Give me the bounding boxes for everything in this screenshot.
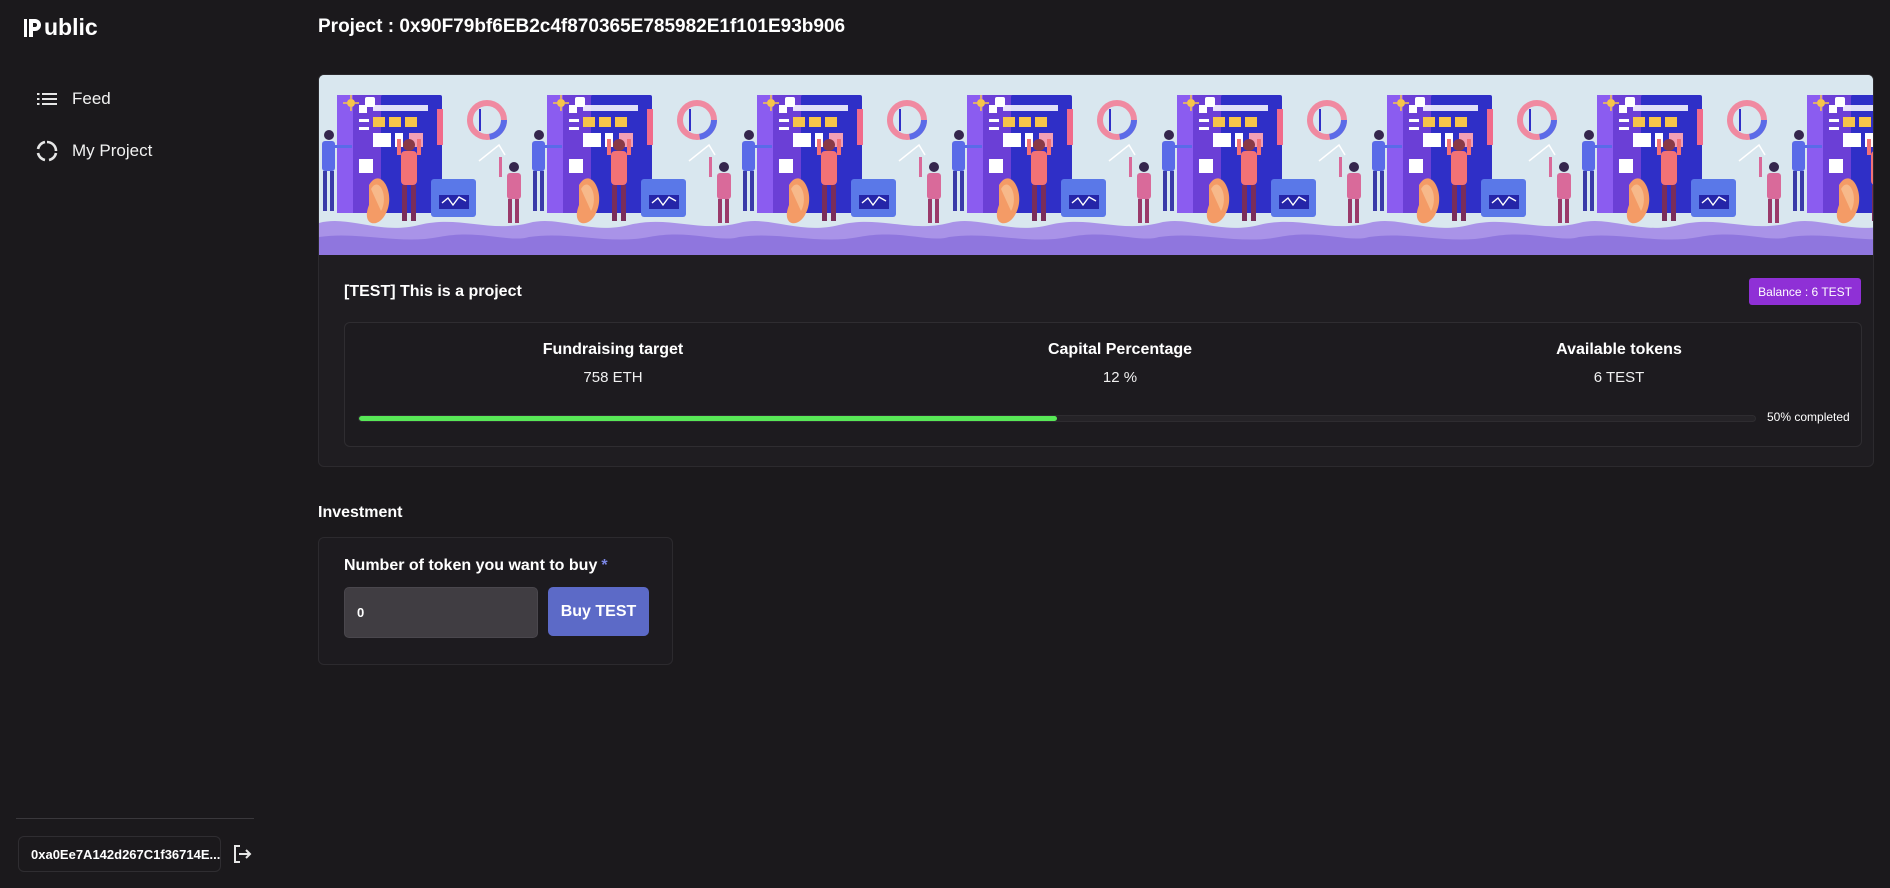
stat-capital-percentage: Capital Percentage 12 %	[970, 341, 1270, 386]
list-icon	[36, 88, 58, 110]
project-banner-image	[319, 75, 1873, 255]
investment-section-title: Investment	[318, 504, 403, 521]
progress-bar-fill	[359, 416, 1057, 421]
stat-value: 758 ETH	[583, 369, 643, 386]
page-title-prefix: Project :	[318, 16, 400, 37]
sidebar-item-my-project[interactable]: My Project	[36, 140, 152, 162]
stat-value: 6 TEST	[1593, 369, 1645, 386]
logout-icon[interactable]	[231, 843, 253, 865]
stat-label: Available tokens	[1556, 341, 1682, 358]
logo-mark-icon	[24, 18, 41, 37]
project-name: [TEST] This is a project	[344, 283, 522, 300]
investment-card: Number of token you want to buy* Buy TES…	[318, 537, 673, 665]
sidebar-item-feed[interactable]: Feed	[36, 88, 111, 110]
stat-label: Fundraising target	[542, 341, 684, 358]
wallet-address-chip[interactable]: 0xa0Ee7A142d267C1f36714E...	[18, 836, 221, 872]
stat-available-tokens: Available tokens 6 TEST	[1469, 341, 1769, 386]
project-address: 0x90F79bf6EB2c4f870365E785982E1f101E93b9…	[399, 16, 846, 37]
sidebar-item-label: My Project	[72, 141, 153, 160]
progress-label: 50% completed	[1767, 410, 1850, 424]
progress-bar	[358, 415, 1756, 422]
sidebar: ublic Feed My Project 0xa0Ee7A142d267C1f…	[0, 0, 254, 888]
token-amount-input[interactable]	[344, 587, 538, 638]
circle-arc-icon	[36, 140, 58, 162]
main-content: Project : 0x90F79bf6EB2c4f870365E785982E…	[318, 0, 1874, 888]
project-stats: Fundraising target 758 ETH Capital Perce…	[344, 322, 1862, 447]
stat-value: 12 %	[1102, 369, 1138, 386]
page-title: Project : 0x90F79bf6EB2c4f870365E785982E…	[318, 16, 845, 38]
app-logo[interactable]: ublic	[24, 14, 98, 41]
token-amount-label: Number of token you want to buy *	[344, 557, 608, 575]
sidebar-item-label: Feed	[72, 89, 111, 108]
stat-fundraising-target: Fundraising target 758 ETH	[463, 341, 763, 386]
buy-button[interactable]: Buy TEST	[548, 587, 649, 636]
sidebar-divider	[16, 818, 254, 819]
stat-label: Capital Percentage	[1047, 341, 1193, 358]
project-card: [TEST] This is a project Balance : 6 TES…	[318, 74, 1874, 467]
balance-badge: Balance : 6 TEST	[1749, 278, 1861, 305]
required-asterisk: *	[601, 557, 608, 574]
field-label-text: Number of token you want to buy	[344, 557, 598, 574]
logo-text: ublic	[44, 14, 98, 40]
